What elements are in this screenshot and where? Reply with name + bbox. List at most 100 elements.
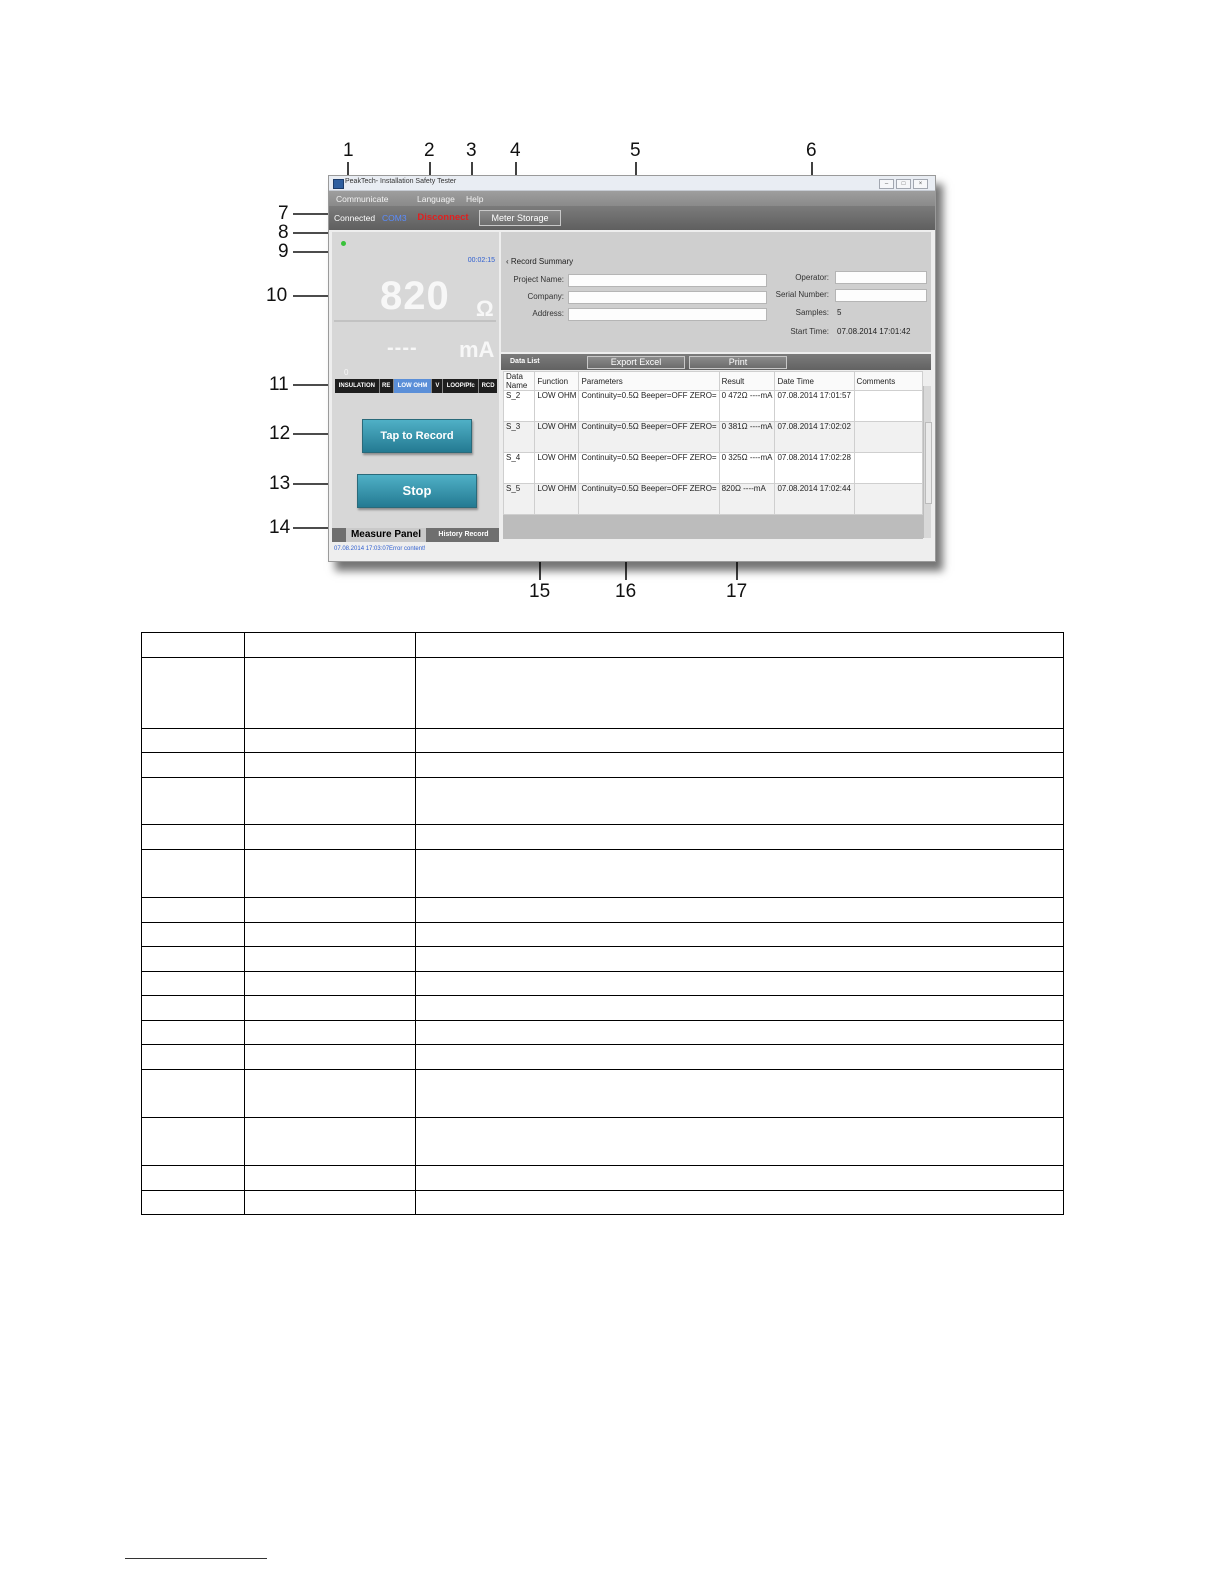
- cell-comments[interactable]: [853, 452, 924, 484]
- table-cell: [141, 1020, 245, 1045]
- tab-v[interactable]: V: [432, 379, 444, 393]
- table-cell: [244, 946, 416, 972]
- column-header[interactable]: Data Name: [502, 371, 536, 391]
- menu-help[interactable]: Help: [466, 194, 483, 204]
- export-excel-button[interactable]: Export Excel: [587, 356, 685, 369]
- cell-comments[interactable]: [853, 483, 924, 515]
- sub-unit: mA: [459, 337, 495, 362]
- serial-number-label: Serial Number:: [775, 290, 829, 299]
- tab-measure-panel[interactable]: Measure Panel: [346, 528, 426, 542]
- table-header-row: Data Name Function Parameters Result Dat…: [502, 371, 924, 391]
- scrollbar-thumb[interactable]: [925, 422, 932, 504]
- table-cell: [415, 946, 1064, 972]
- callout-11: 11: [269, 374, 289, 395]
- table-cell: [141, 777, 245, 825]
- stop-button[interactable]: Stop: [357, 474, 477, 508]
- table-cell: [141, 922, 245, 947]
- cell-function: LOW OHM: [534, 483, 580, 515]
- table-cell: [415, 897, 1064, 923]
- column-header[interactable]: Parameters: [578, 371, 720, 391]
- callout-15: 15: [529, 581, 551, 602]
- record-summary-title-text: Record Summary: [510, 257, 574, 266]
- operator-label: Operator:: [795, 273, 829, 282]
- cell-date-time: 07.08.2014 17:02:28: [774, 452, 855, 484]
- table-cell: [415, 995, 1064, 1021]
- table-cell: [415, 1165, 1064, 1191]
- company-field[interactable]: [568, 291, 767, 304]
- table-cell: [141, 824, 245, 850]
- small-indicator: 0: [344, 368, 349, 377]
- menu-language[interactable]: Language: [417, 194, 455, 204]
- cell-parameters: Continuity=0.5Ω Beeper=OFF ZERO=: [578, 390, 720, 422]
- tab-rcd[interactable]: RCD: [479, 379, 497, 393]
- table-cell: [141, 971, 245, 996]
- print-button[interactable]: Print: [689, 356, 787, 369]
- serial-number-field[interactable]: [835, 289, 927, 302]
- table-row[interactable]: S_3 LOW OHM Continuity=0.5Ω Beeper=OFF Z…: [502, 421, 924, 453]
- operator-field[interactable]: [835, 271, 927, 284]
- table-row: [141, 632, 1064, 658]
- callout-3: 3: [466, 140, 477, 161]
- tab-insulation[interactable]: INSULATION: [335, 379, 380, 393]
- table-row: [141, 752, 1064, 778]
- connection-toolbar: Connected COM3 Disconnect Meter Storage: [329, 206, 935, 230]
- table-cell: [141, 995, 245, 1021]
- table-cell: [244, 1165, 416, 1191]
- table-cell: [415, 1020, 1064, 1045]
- address-field[interactable]: [568, 308, 767, 321]
- start-time-value: 07.08.2014 17:01:42: [837, 327, 911, 336]
- project-name-label: Project Name:: [513, 275, 564, 284]
- tab-low-ohm[interactable]: LOW OHM: [393, 379, 433, 393]
- description-table: [141, 632, 1064, 1215]
- menu-communicate[interactable]: Communicate: [336, 194, 388, 204]
- table-row[interactable]: S_5 LOW OHM Continuity=0.5Ω Beeper=OFF Z…: [502, 483, 924, 515]
- disconnect-button[interactable]: Disconnect: [413, 210, 473, 225]
- callout-6: 6: [806, 140, 817, 161]
- table-row[interactable]: S_4 LOW OHM Continuity=0.5Ω Beeper=OFF Z…: [502, 452, 924, 484]
- table-cell: [141, 1044, 245, 1070]
- callout-12: 12: [269, 423, 291, 444]
- tab-history-record[interactable]: History Record: [428, 528, 499, 542]
- column-header[interactable]: Comments: [853, 371, 924, 391]
- table-cell: [244, 922, 416, 947]
- cell-date-time: 07.08.2014 17:02:02: [774, 421, 855, 453]
- tap-to-record-button[interactable]: Tap to Record: [362, 419, 472, 453]
- cell-function: LOW OHM: [534, 452, 580, 484]
- table-cell: [244, 995, 416, 1021]
- cell-function: LOW OHM: [534, 390, 580, 422]
- table-row[interactable]: S_2 LOW OHM Continuity=0.5Ω Beeper=OFF Z…: [502, 390, 924, 422]
- cell-data-name: S_3: [502, 421, 536, 453]
- column-header[interactable]: Date Time: [774, 371, 855, 391]
- cell-data-name: S_2: [502, 390, 536, 422]
- cell-result: 0 325Ω ----mA: [718, 452, 776, 484]
- column-header[interactable]: Result: [718, 371, 776, 391]
- main-reading: 820: [380, 274, 450, 318]
- vertical-scrollbar[interactable]: [923, 386, 932, 538]
- table-row: [141, 657, 1064, 729]
- table-cell: [415, 971, 1064, 996]
- table-row: [141, 1069, 1064, 1118]
- maximize-icon[interactable]: □: [896, 179, 911, 189]
- table-row: [141, 971, 1064, 996]
- table-cell: [141, 897, 245, 923]
- table-row: [141, 1190, 1064, 1215]
- minimize-icon[interactable]: –: [879, 179, 894, 189]
- tab-loop-pfc[interactable]: LOOP/Pfc: [443, 379, 480, 393]
- table-row: [141, 1165, 1064, 1191]
- status-bar-message: 07.08.2014 17:03:07Error content!: [334, 546, 426, 552]
- table-cell: [244, 1044, 416, 1070]
- project-name-field[interactable]: [568, 274, 767, 287]
- close-icon[interactable]: ×: [913, 179, 928, 189]
- table-cell: [141, 1165, 245, 1191]
- table-row: [141, 777, 1064, 825]
- meter-storage-button[interactable]: Meter Storage: [479, 210, 561, 226]
- table-cell: [244, 1069, 416, 1118]
- table-cell: [141, 1117, 245, 1166]
- column-header[interactable]: Function: [534, 371, 580, 391]
- cell-comments[interactable]: [853, 421, 924, 453]
- cell-date-time: 07.08.2014 17:02:44: [774, 483, 855, 515]
- cell-comments[interactable]: [853, 390, 924, 422]
- record-summary: ‹ Record Summary Project Name: Company: …: [501, 232, 931, 352]
- table-cell: [415, 657, 1064, 729]
- tab-re[interactable]: RE: [380, 379, 394, 393]
